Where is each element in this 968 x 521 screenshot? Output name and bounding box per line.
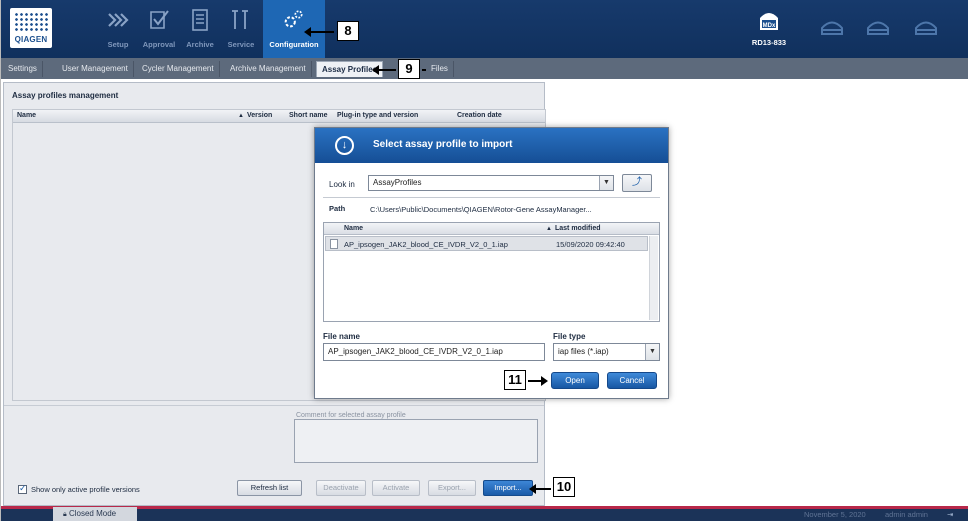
panel-title: Assay profiles management	[12, 91, 119, 100]
nav-service-label: Service	[227, 40, 255, 49]
qiagen-logo: QIAGEN	[10, 8, 52, 48]
download-icon: ↓	[335, 136, 354, 155]
callout-arrow	[372, 65, 396, 75]
file-row[interactable]: AP_ipsogen_JAK2_blood_CE_IVDR_V2_0_1.iap…	[325, 236, 648, 251]
tab-archive-management[interactable]: Archive Management	[225, 61, 312, 77]
dialog-title: Select assay profile to import	[373, 139, 513, 150]
status-date: November 5, 2020	[804, 510, 866, 519]
nav-setup-button[interactable]: Setup	[96, 0, 140, 58]
column-plugin-type[interactable]: Plug-in type and version	[337, 112, 418, 119]
active-versions-checkbox[interactable]	[18, 483, 27, 494]
status-bar: 🔒︎ Closed Mode November 5, 2020 admin ad…	[1, 506, 968, 521]
callout-arrow	[304, 27, 334, 37]
table-header: Name ▲ Version Short name Plug-in type a…	[13, 110, 545, 123]
look-in-select[interactable]: AssayProfiles ▼	[368, 175, 614, 191]
file-type-select[interactable]: iap files (*.iap) ▼	[553, 343, 660, 361]
tab-user-management[interactable]: User Management	[57, 61, 134, 77]
archive-icon	[192, 9, 208, 31]
tab-files[interactable]: Files	[426, 61, 454, 77]
callout-arrow	[528, 376, 548, 386]
callout-9: 9	[398, 59, 420, 79]
file-modified-cell: 15/09/2020 09:42:40	[556, 240, 625, 249]
device-name: RD13-833	[751, 38, 787, 47]
mode-label: Closed Mode	[68, 509, 117, 518]
column-name[interactable]: Name	[17, 112, 36, 119]
setup-icon	[108, 13, 129, 27]
divider	[4, 405, 544, 406]
nav-approval-button[interactable]: Approval	[137, 0, 181, 58]
tab-settings[interactable]: Settings	[3, 61, 43, 77]
active-versions-label: Show only active profile versions	[31, 485, 140, 494]
open-button[interactable]: Open	[551, 372, 599, 389]
cycler-device-icon: MDx	[760, 13, 778, 30]
sort-ascending-icon: ▲	[238, 113, 244, 119]
approval-icon	[150, 10, 169, 29]
column-version[interactable]: Version	[247, 112, 272, 119]
column-file-name[interactable]: Name	[344, 225, 363, 232]
column-last-modified[interactable]: Last modified	[555, 225, 601, 232]
path-label: Path	[329, 204, 346, 213]
cancel-button[interactable]: Cancel	[607, 372, 657, 389]
chevron-down-icon[interactable]: ▼	[599, 176, 613, 190]
app-window: QIAGEN Setup Approval Archive Service Co…	[0, 0, 968, 521]
callout-arrow	[529, 484, 551, 494]
comment-textarea[interactable]	[294, 419, 538, 463]
nav-approval-label: Approval	[142, 40, 176, 49]
chevron-down-icon[interactable]: ▼	[645, 344, 659, 360]
nav-setup-label: Setup	[107, 40, 129, 49]
logout-icon[interactable]: ⇥	[947, 509, 953, 521]
file-list-header: Name ▲ Last modified	[324, 223, 659, 235]
callout-8: 8	[337, 21, 359, 41]
nav-archive-label: Archive	[186, 40, 214, 49]
path-value: C:\Users\Public\Documents\QIAGEN\Rotor-G…	[370, 205, 592, 214]
lock-icon: 🔒︎	[63, 511, 67, 518]
export-button[interactable]: Export...	[428, 480, 476, 496]
divider	[323, 197, 660, 198]
comment-label: Comment for selected assay profile	[296, 412, 406, 419]
tab-cycler-management[interactable]: Cycler Management	[137, 61, 220, 77]
deactivate-button[interactable]: Deactivate	[316, 480, 366, 496]
look-in-value: AssayProfiles	[373, 178, 422, 187]
logo-dots	[14, 12, 48, 32]
empty-cycler-slot-icon[interactable]	[865, 16, 891, 38]
sort-ascending-icon: ▲	[546, 226, 552, 232]
file-name-label: File name	[323, 332, 360, 341]
nav-service-button[interactable]: Service	[219, 0, 263, 58]
column-creation-date[interactable]: Creation date	[457, 112, 502, 119]
file-list[interactable]: Name ▲ Last modified AP_ipsogen_JAK2_blo…	[323, 222, 660, 322]
folder-up-button[interactable]: ⤴	[622, 174, 652, 192]
callout-10: 10	[553, 477, 575, 497]
mode-indicator: 🔒︎ Closed Mode	[53, 507, 137, 521]
dialog-header: ↓ Select assay profile to import	[315, 128, 668, 163]
import-button[interactable]: Import...	[483, 480, 533, 496]
device-badge: MDx	[763, 23, 776, 29]
configuration-icon	[284, 10, 303, 28]
file-name-cell: AP_ipsogen_JAK2_blood_CE_IVDR_V2_0_1.iap	[344, 240, 508, 249]
nav-archive-button[interactable]: Archive	[178, 0, 222, 58]
configuration-subtabs: Settings User Management Cycler Manageme…	[1, 58, 968, 79]
activate-button[interactable]: Activate	[372, 480, 420, 496]
file-name-input[interactable]: AP_ipsogen_JAK2_blood_CE_IVDR_V2_0_1.iap	[323, 343, 545, 361]
service-icon	[232, 10, 248, 29]
callout-line	[422, 69, 426, 71]
status-user: admin admin	[885, 510, 928, 519]
nav-configuration-button[interactable]: Configuration	[263, 0, 325, 58]
file-type-value: iap files (*.iap)	[558, 347, 609, 356]
look-in-label: Look in	[329, 180, 355, 189]
file-list-scrollbar[interactable]	[649, 236, 658, 320]
logo-text: QIAGEN	[14, 35, 48, 44]
empty-cycler-slot-icon[interactable]	[913, 16, 939, 38]
folder-up-icon: ⤴	[632, 177, 642, 188]
nav-configuration-label: Configuration	[269, 40, 319, 49]
import-dialog: ↓ Select assay profile to import Look in…	[314, 127, 669, 399]
empty-cycler-slot-icon[interactable]	[819, 16, 845, 38]
file-icon	[330, 239, 338, 249]
device-rd13-833[interactable]: MDx RD13-833	[739, 6, 799, 54]
refresh-list-button[interactable]: Refresh list	[237, 480, 302, 496]
file-type-label: File type	[553, 332, 586, 341]
column-short-name[interactable]: Short name	[289, 112, 328, 119]
callout-11: 11	[504, 370, 526, 390]
top-navigation-bar: QIAGEN Setup Approval Archive Service Co…	[1, 0, 968, 58]
